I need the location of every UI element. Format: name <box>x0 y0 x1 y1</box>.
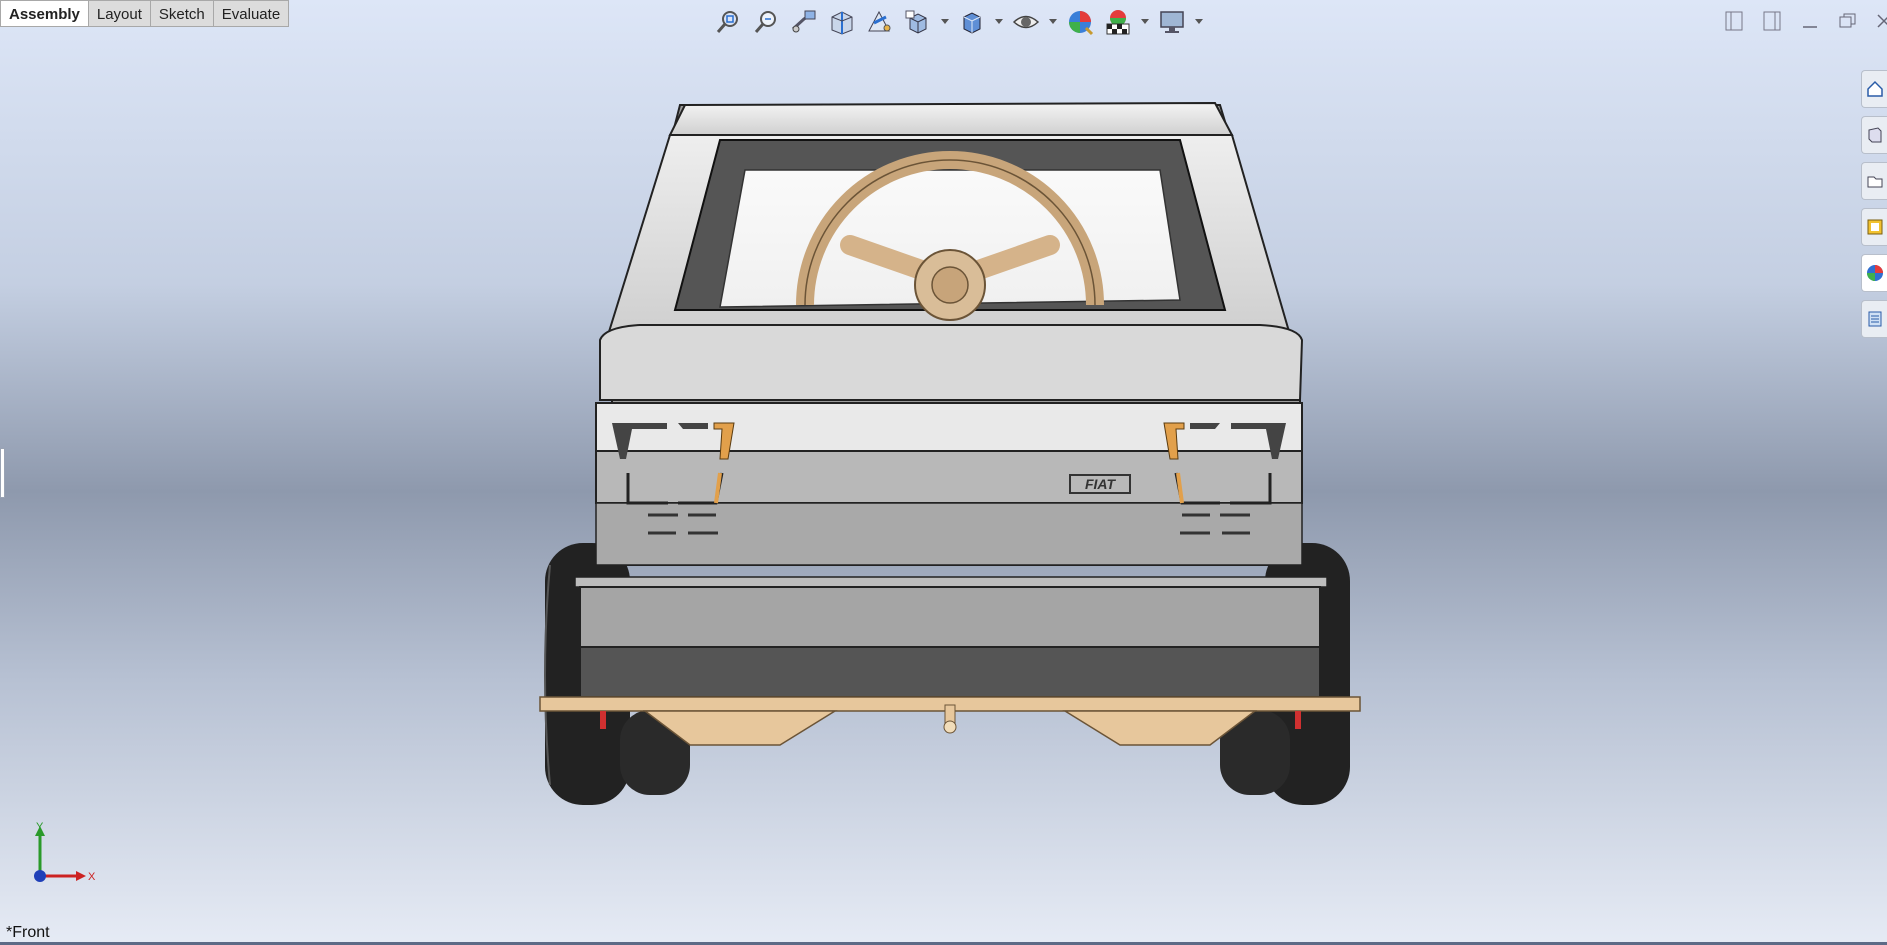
section-view-icon[interactable] <box>826 6 858 38</box>
file-explorer-icon[interactable] <box>1861 162 1887 200</box>
design-library-icon[interactable] <box>1861 116 1887 154</box>
tile-right-icon[interactable] <box>1761 8 1783 34</box>
display-style-dropdown-icon[interactable] <box>994 6 1004 38</box>
tab-sketch[interactable]: Sketch <box>150 0 214 27</box>
task-pane-tabs <box>1861 70 1887 338</box>
car-assembly-model[interactable]: FIAT <box>520 95 1380 855</box>
command-manager-tabs: Assembly Layout Sketch Evaluate <box>0 0 290 28</box>
zoom-to-fit-icon[interactable] <box>712 6 744 38</box>
close-icon[interactable] <box>1875 8 1887 34</box>
apply-scene-icon[interactable] <box>1102 6 1134 38</box>
feature-manager-flyout-handle[interactable] <box>0 448 5 498</box>
svg-text:FIAT: FIAT <box>1085 476 1117 492</box>
view-orientation-dropdown-icon[interactable] <box>940 6 950 38</box>
custom-properties-icon[interactable] <box>1861 300 1887 338</box>
dynamic-annotation-views-icon[interactable] <box>864 6 896 38</box>
previous-view-icon[interactable] <box>788 6 820 38</box>
view-settings-dropdown-icon[interactable] <box>1194 6 1204 38</box>
view-orientation-icon[interactable] <box>902 6 934 38</box>
triad-x-label: X <box>88 871 96 883</box>
solidworks-resources-icon[interactable] <box>1861 70 1887 108</box>
triad-y-label: Y <box>36 821 44 833</box>
appearances-scenes-icon[interactable] <box>1861 254 1887 292</box>
minimize-icon[interactable] <box>1799 8 1821 34</box>
tab-layout[interactable]: Layout <box>88 0 151 27</box>
tile-left-icon[interactable] <box>1723 8 1745 34</box>
hide-show-items-icon[interactable] <box>1010 6 1042 38</box>
view-orientation-label: *Front <box>6 924 50 941</box>
tab-assembly[interactable]: Assembly <box>0 0 89 27</box>
window-controls <box>1723 8 1887 34</box>
view-settings-icon[interactable] <box>1156 6 1188 38</box>
hide-show-dropdown-icon[interactable] <box>1048 6 1058 38</box>
edit-appearance-icon[interactable] <box>1064 6 1096 38</box>
view-palette-icon[interactable] <box>1861 208 1887 246</box>
heads-up-view-toolbar <box>712 6 1204 38</box>
reference-triad: Y X <box>26 820 96 890</box>
tab-evaluate[interactable]: Evaluate <box>213 0 290 27</box>
zoom-to-area-icon[interactable] <box>750 6 782 38</box>
display-style-icon[interactable] <box>956 6 988 38</box>
apply-scene-dropdown-icon[interactable] <box>1140 6 1150 38</box>
restore-icon[interactable] <box>1837 8 1859 34</box>
